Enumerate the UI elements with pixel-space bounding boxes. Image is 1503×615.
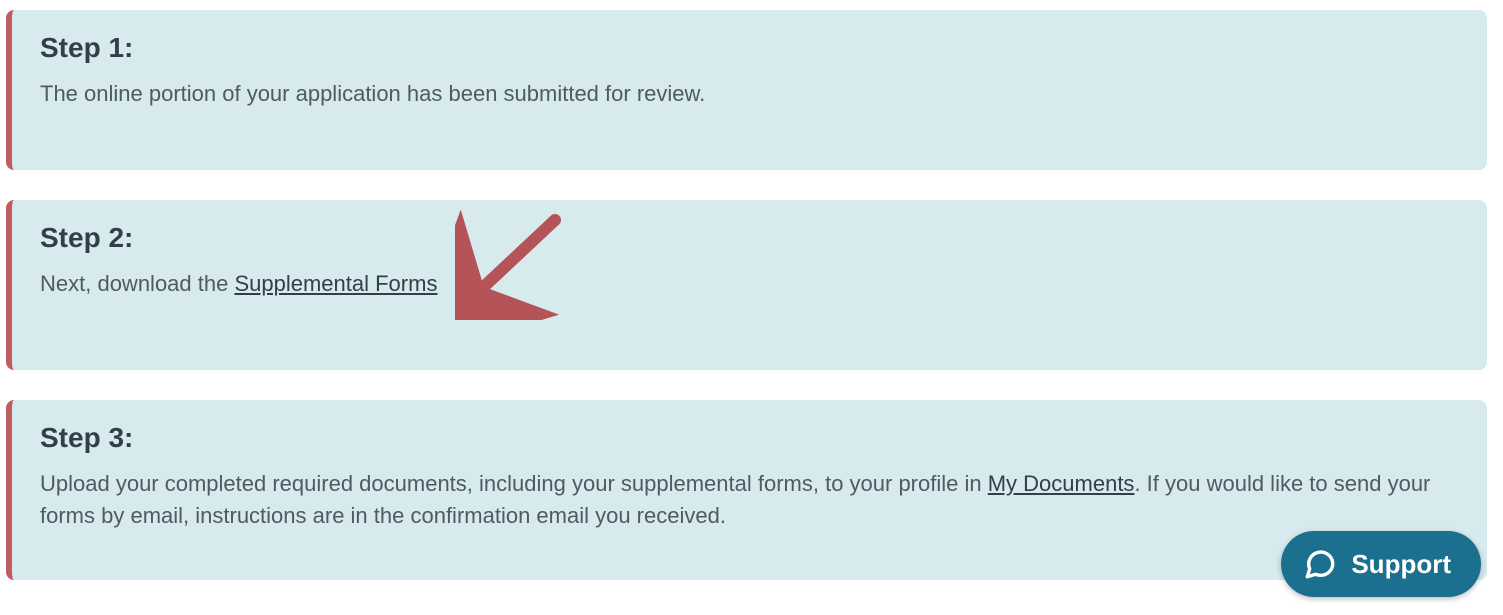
step-card-1: Step 1: The online portion of your appli… — [6, 10, 1487, 170]
my-documents-link[interactable]: My Documents — [988, 471, 1135, 496]
support-button[interactable]: Support — [1281, 531, 1481, 597]
step-card-2: Step 2: Next, download the Supplemental … — [6, 200, 1487, 370]
step-3-title: Step 3: — [40, 422, 1459, 454]
step-card-3: Step 3: Upload your completed required d… — [6, 400, 1487, 580]
steps-container: Step 1: The online portion of your appli… — [0, 0, 1503, 580]
step-1-body: The online portion of your application h… — [40, 78, 1459, 110]
chat-icon — [1303, 547, 1337, 581]
step-3-text-before: Upload your completed required documents… — [40, 471, 988, 496]
support-label: Support — [1351, 549, 1451, 580]
step-3-body: Upload your completed required documents… — [40, 468, 1459, 532]
step-2-text-before: Next, download the — [40, 271, 234, 296]
step-1-text: The online portion of your application h… — [40, 81, 705, 106]
step-2-title: Step 2: — [40, 222, 1459, 254]
step-2-body: Next, download the Supplemental Forms — [40, 268, 1459, 300]
supplemental-forms-link[interactable]: Supplemental Forms — [234, 271, 437, 296]
step-1-title: Step 1: — [40, 32, 1459, 64]
